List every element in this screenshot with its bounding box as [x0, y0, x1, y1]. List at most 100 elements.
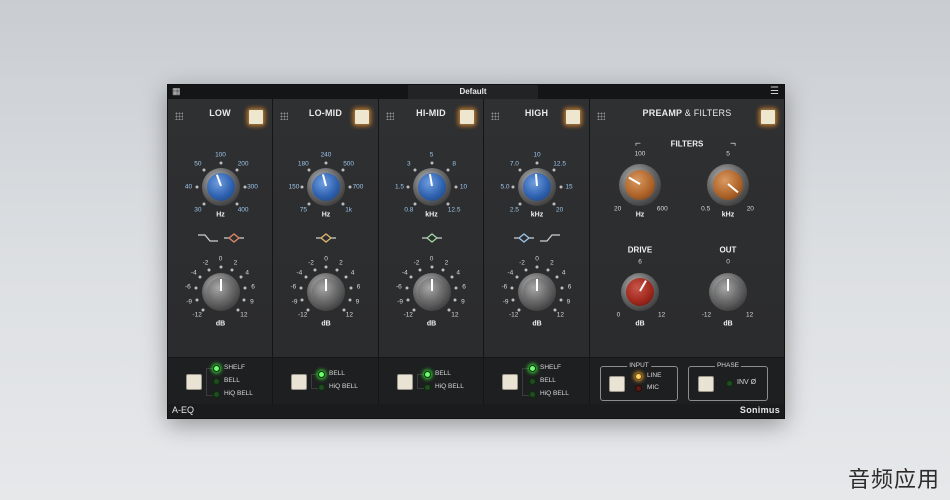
output-knob[interactable] — [709, 273, 747, 311]
mode-option-bell[interactable]: BELL — [540, 377, 556, 384]
mode-option-shelf[interactable]: SHELF — [540, 364, 561, 371]
frequency-knob[interactable] — [412, 168, 451, 206]
freq-scale-label: 7.0 — [509, 160, 519, 168]
gain-scale-label: -12 — [297, 311, 308, 319]
drive-knob[interactable] — [621, 273, 659, 311]
mode-option-hiq-bell[interactable]: HiQ BELL — [435, 383, 464, 390]
gain-knob[interactable] — [518, 273, 556, 311]
freq-tick — [535, 161, 539, 165]
freq-tick — [348, 185, 352, 189]
gain-knob[interactable] — [201, 273, 240, 311]
band-enable-button[interactable] — [459, 109, 475, 125]
mode-option-bell[interactable]: BELL — [224, 377, 240, 384]
input-option-mic[interactable]: MIC — [647, 384, 659, 391]
gain-scale-label: -6 — [501, 283, 508, 291]
gain-scale-label: 4 — [245, 269, 249, 277]
highpass-knob[interactable] — [619, 164, 661, 206]
mode-selector: SHELF BELL HiQ BELL — [484, 357, 589, 405]
gain-tick — [524, 268, 528, 272]
band-strip-lo-mid: LO-MID 75 150 180 240 500 700 1k Hz -12 -9 -6 -4 -2 0 2… — [273, 99, 379, 405]
mode-option-hiq-bell[interactable]: HiQ BELL — [540, 390, 569, 397]
mode-option-bell[interactable]: BELL — [329, 370, 345, 377]
lowpass-knob[interactable] — [707, 164, 749, 206]
gain-tick — [430, 265, 433, 269]
gain-scale-label: 9 — [566, 298, 571, 306]
mode-option-hiq-bell[interactable]: HiQ BELL — [329, 383, 358, 390]
phase-invert-button[interactable] — [698, 376, 714, 392]
band-enable-button[interactable] — [565, 109, 581, 125]
band-enable-button[interactable] — [354, 109, 370, 125]
watermark: 音频应用 — [847, 468, 940, 493]
mode-option-bell[interactable]: BELL — [435, 370, 451, 377]
output-knob-pointer — [727, 279, 729, 291]
freq-scale-label: 5.0 — [500, 183, 510, 191]
gain-tick — [324, 265, 328, 269]
freq-scale-label: 12.5 — [447, 206, 461, 214]
filters-label: FILTERS — [670, 139, 704, 149]
frequency-knob[interactable] — [307, 168, 345, 206]
gain-scale-label: -9 — [502, 298, 509, 306]
gain-knob-pointer — [430, 279, 433, 291]
freq-tick — [413, 202, 417, 206]
preamp-enable-button[interactable] — [760, 109, 776, 125]
gain-tick — [555, 275, 559, 279]
gain-scale-label: 9 — [250, 298, 254, 306]
gain-scale-label: 12 — [345, 311, 353, 319]
preset-name[interactable]: Default — [408, 85, 538, 99]
gain-knob[interactable] — [307, 273, 345, 311]
gain-unit: dB — [321, 320, 331, 328]
mode-option-hiq-bell[interactable]: HiQ BELL — [224, 390, 253, 397]
gain-scale-label: 2 — [550, 259, 554, 267]
filter-shape-icon — [421, 233, 442, 243]
mode-led — [424, 384, 431, 391]
gain-tick — [195, 298, 199, 302]
gain-knob[interactable] — [412, 273, 451, 311]
gain-scale-label: -12 — [403, 311, 413, 319]
plugin-logo: A-EQ — [172, 405, 195, 415]
gain-scale-label: 6 — [251, 283, 255, 291]
freq-tick — [454, 185, 457, 189]
frequency-knob[interactable] — [201, 168, 240, 206]
gain-scale-label: -2 — [519, 259, 525, 267]
gain-tick — [300, 298, 304, 302]
frequency-knob[interactable] — [518, 168, 556, 206]
gain-scale-label: 2 — [339, 259, 343, 267]
gain-scale-label: 0 — [324, 255, 328, 263]
mode-cycle-button[interactable] — [397, 374, 413, 390]
band-header: HI-MID — [379, 99, 483, 131]
mode-led — [318, 371, 325, 378]
lp-scale-label: 20 — [746, 205, 754, 213]
input-option-line[interactable]: LINE — [647, 372, 661, 379]
freq-tick — [341, 168, 345, 172]
gain-scale-label: 2 — [233, 259, 238, 267]
gain-scale-label: -4 — [190, 269, 197, 277]
mode-option-shelf[interactable]: SHELF — [224, 364, 245, 371]
gain-tick — [230, 268, 234, 272]
gain-tick — [510, 286, 514, 290]
band-enable-button[interactable] — [248, 109, 264, 125]
gain-tick — [405, 286, 409, 290]
gain-scale-label: 12 — [240, 311, 248, 319]
gain-scale-label: -9 — [186, 298, 192, 306]
input-select-button[interactable] — [609, 376, 625, 392]
gain-tick — [313, 268, 317, 272]
gain-tick — [453, 298, 457, 302]
gain-scale-label: 9 — [461, 298, 465, 306]
gain-scale-label: 12 — [556, 311, 564, 319]
gain-scale-label: 9 — [355, 298, 360, 306]
freq-tick — [430, 161, 433, 165]
mode-selector: BELL HiQ BELL — [379, 357, 483, 405]
mode-led — [213, 365, 220, 372]
mode-bracket — [311, 374, 318, 389]
menu-icon[interactable]: ☰ — [770, 85, 779, 99]
preset-browser-icon[interactable]: ▦ — [172, 86, 181, 97]
filter-shape-icon — [540, 234, 560, 242]
freq-tick — [446, 168, 450, 172]
freq-tick — [559, 185, 563, 189]
out-scale-label: 0 — [726, 258, 730, 266]
mode-cycle-button[interactable] — [502, 374, 518, 390]
gain-scale-label: 4 — [561, 269, 566, 277]
mode-cycle-button[interactable] — [186, 374, 202, 390]
mode-cycle-button[interactable] — [291, 374, 307, 390]
preamp-bottom-panel: INPUT LINE MIC PHASE INV Ø — [590, 357, 784, 405]
